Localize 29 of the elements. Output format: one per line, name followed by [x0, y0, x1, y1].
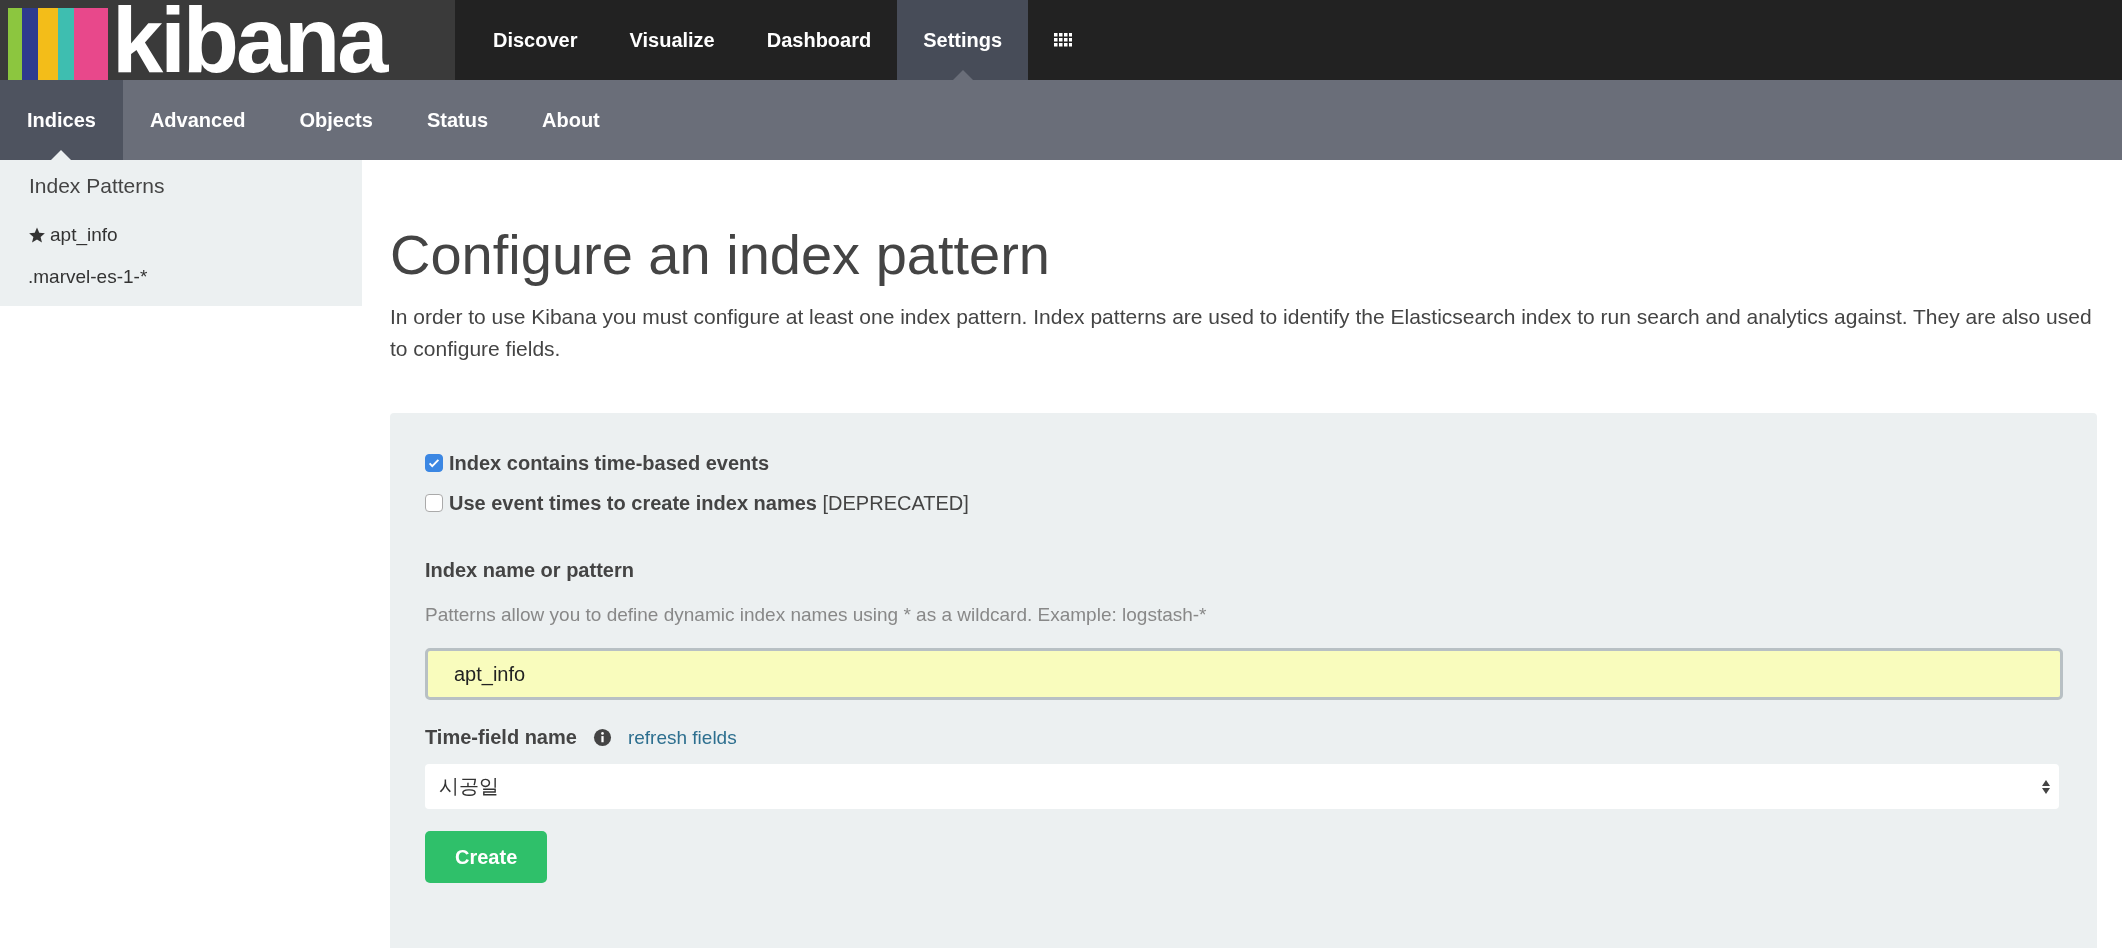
info-icon[interactable] — [592, 728, 612, 747]
checkbox-label: Index contains time-based events — [449, 451, 770, 475]
nav-tab[interactable]: Settings — [897, 0, 1029, 80]
time-field-select[interactable]: 시공일 — [425, 764, 2059, 809]
checkmark-icon — [427, 456, 441, 470]
intro-paragraph: In order to use Kibana you must configure at least one index pattern. Index patterns are used to identify the Elasticsearch index to run search and analytics against. They are also used to configure fields. — [390, 304, 2093, 362]
index-pattern-link[interactable]: apt_info — [0, 214, 362, 256]
checkbox[interactable] — [425, 494, 443, 512]
field-label: Time-field name — [425, 726, 577, 749]
nav-tab[interactable]: Visualize — [603, 0, 741, 80]
refresh-fields-link[interactable]: refresh fields — [627, 726, 737, 749]
index-pattern-link[interactable]: .marvel-es-1-* — [0, 256, 362, 298]
subnav-tab[interactable]: Status — [399, 80, 515, 160]
nav-tab[interactable]: Discover — [467, 0, 604, 80]
field-label: Index name or pattern — [425, 559, 635, 582]
star-icon — [28, 226, 46, 244]
subnav-tab[interactable]: Objects — [272, 80, 400, 160]
sidebar-title: Index Patterns — [28, 173, 166, 199]
checkbox-label: Use event times to create index names [DEPRECATED] — [449, 491, 969, 515]
help-text: Patterns allow you to define dynamic index names using * as a wildcard. Example: logstash-* — [425, 604, 1208, 626]
nav-tab[interactable]: Dashboard — [740, 0, 898, 80]
subnav-tab[interactable]: About — [515, 80, 627, 160]
checkbox[interactable] — [425, 454, 443, 472]
select-arrows-icon — [2041, 778, 2051, 795]
logo-text: kibana — [112, 0, 386, 80]
index-name-input[interactable]: apt_info — [425, 648, 2063, 700]
subnav-tab[interactable]: Indices — [0, 80, 123, 160]
subnav-tab[interactable]: Advanced — [122, 80, 273, 160]
page-title: Configure an index pattern — [390, 222, 1051, 287]
